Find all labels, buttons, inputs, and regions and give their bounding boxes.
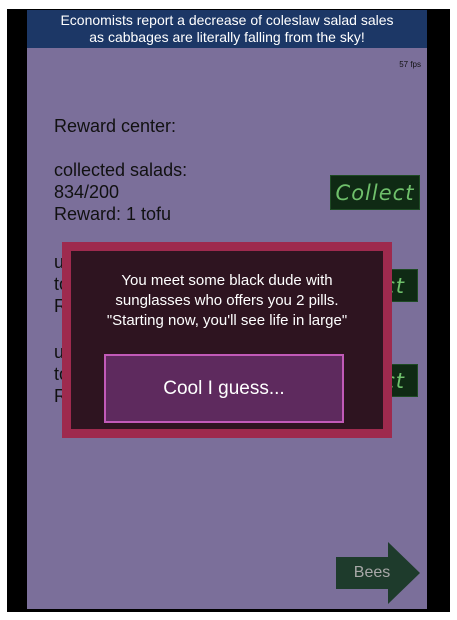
reward-entry-1-reward: Reward: 1 tofu xyxy=(54,204,172,224)
reward-entry-1-label: collected salads: xyxy=(54,160,188,180)
dialog-message-line-2: sunglasses who offers you 2 pills. xyxy=(115,292,339,309)
news-line-1: Economists report a decrease of coleslaw… xyxy=(60,12,394,28)
bees-nav-label: Bees xyxy=(353,564,391,581)
bees-nav-button[interactable]: Bees xyxy=(336,542,420,604)
news-ticker: Economists report a decrease of coleslaw… xyxy=(27,10,427,48)
dialog-message: You meet some black dude with sunglasses… xyxy=(71,271,383,331)
dialog-confirm-button[interactable]: Cool I guess... xyxy=(104,354,344,423)
dialog-message-line-3: "Starting now, you'll see life in large" xyxy=(106,312,348,329)
reward-entry-1-progress: 834/200 xyxy=(54,182,120,202)
news-line-2: as cabbages are literally falling from t… xyxy=(89,29,365,45)
dialog-message-line-1: You meet some black dude with xyxy=(121,272,333,289)
fps-counter: 57 fps xyxy=(399,60,421,69)
collect-button-1[interactable]: Collect xyxy=(330,175,420,210)
reward-center-title: Reward center: xyxy=(54,116,177,136)
